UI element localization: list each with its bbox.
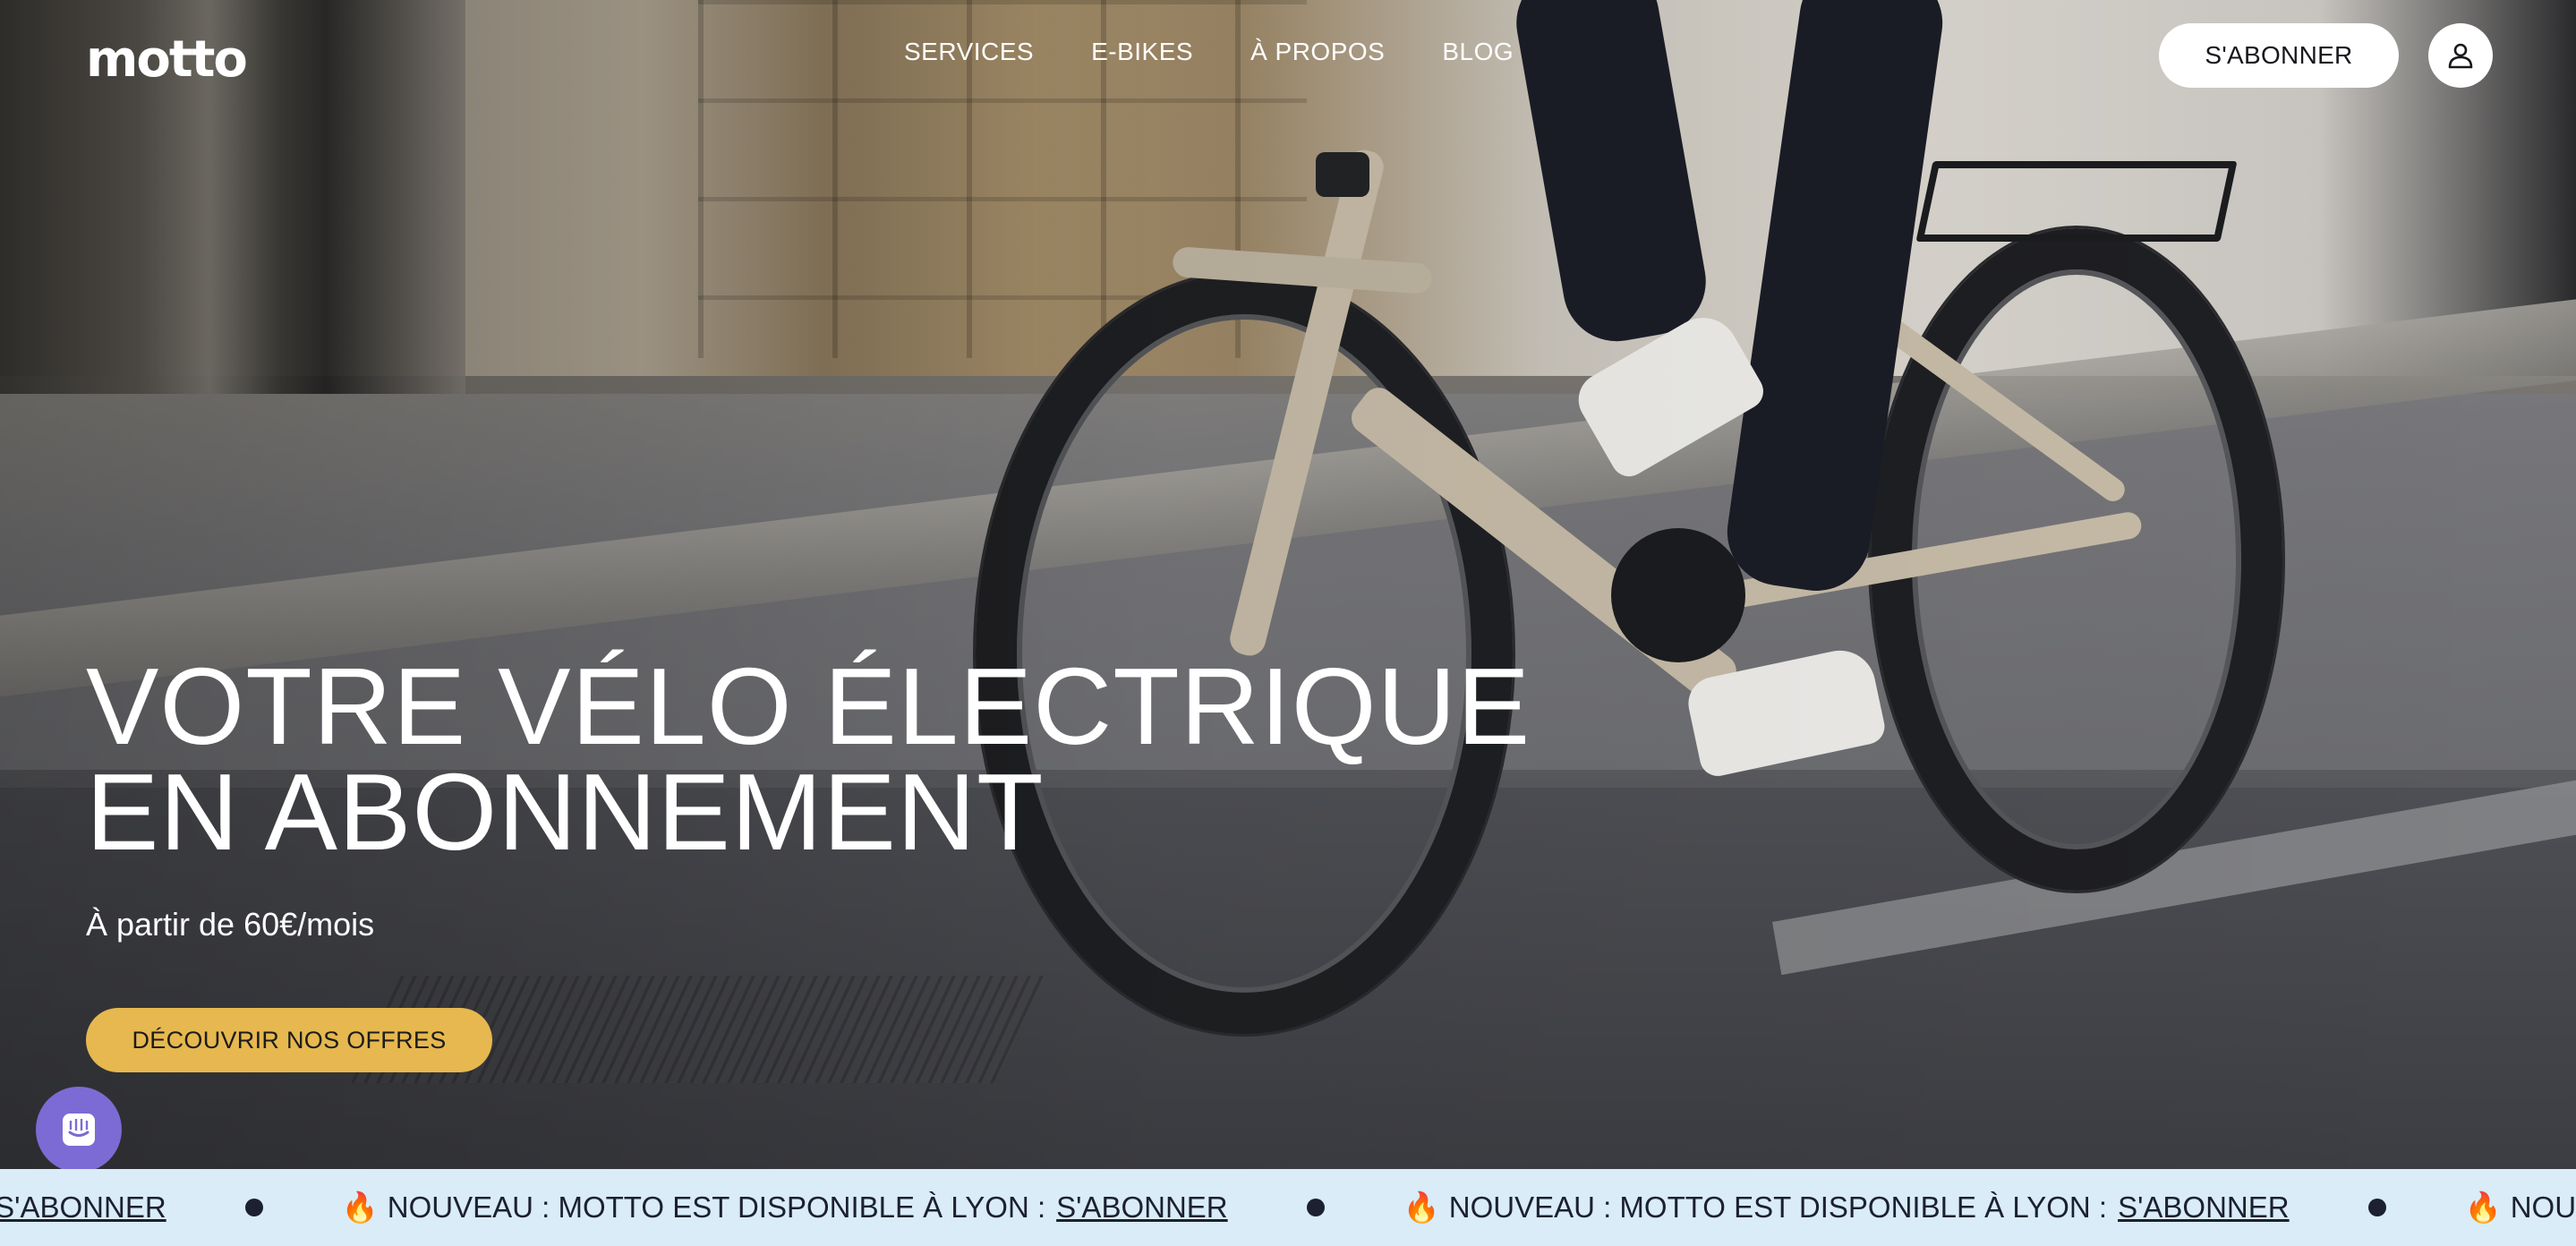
banner-separator-dot: [244, 1199, 263, 1216]
banner-item: 🔥 NOUVEAU : MOTTO EST DISPONIBLE À LYON …: [1403, 1190, 2290, 1225]
chat-icon: [63, 1114, 95, 1146]
discover-offers-button[interactable]: DÉCOUVRIR NOS OFFRES: [86, 1008, 492, 1072]
announcement-banner: N : S'ABONNER 🔥 NOUVEAU : MOTTO EST DISP…: [0, 1169, 2576, 1246]
banner-subscribe-link[interactable]: S'ABONNER: [2118, 1191, 2290, 1225]
hero-title: VOTRE VÉLO ÉLECTRIQUE EN ABONNEMENT: [86, 645, 1697, 873]
nav-item-a-propos[interactable]: À PROPOS: [1250, 38, 1385, 66]
hero-title-line-2: EN ABONNEMENT: [86, 751, 1045, 873]
logo[interactable]: motto: [86, 30, 248, 89]
banner-separator-dot: [2367, 1199, 2386, 1216]
fire-icon: 🔥: [341, 1190, 379, 1225]
banner-separator-dot: [1306, 1199, 1325, 1216]
banner-text: NOUVEAU : MOTTO EST DISPONIBLE À LYON :: [1448, 1191, 2108, 1224]
user-icon: [2448, 43, 2473, 69]
nav-item-blog[interactable]: BLOG: [1442, 38, 1514, 66]
hero-overlay: [0, 0, 2576, 1169]
banner-text: NOUVEAU : MOTTO EST DISPONIBLE À LYON :: [387, 1191, 1046, 1224]
banner-track: N : S'ABONNER 🔥 NOUVEAU : MOTTO EST DISP…: [0, 1169, 2576, 1246]
fire-icon: 🔥: [2464, 1190, 2502, 1225]
account-button[interactable]: [2428, 23, 2493, 88]
fire-icon: 🔥: [1403, 1190, 1440, 1225]
subscribe-button[interactable]: S'ABONNER: [2159, 23, 2399, 88]
hero-background: [0, 0, 2576, 1169]
nav-item-services[interactable]: SERVICES: [904, 38, 1034, 66]
hero-subtitle: À partir de 60€/mois: [86, 906, 375, 943]
banner-item: 🔥 NOUVE: [2465, 1190, 2576, 1225]
hero-title-line-1: VOTRE VÉLO ÉLECTRIQUE: [86, 645, 1531, 767]
banner-item: N : S'ABONNER: [0, 1191, 166, 1225]
main-nav: SERVICES E-BIKES À PROPOS BLOG: [904, 38, 1514, 66]
nav-item-e-bikes[interactable]: E-BIKES: [1091, 38, 1193, 66]
banner-subscribe-link[interactable]: S'ABONNER: [0, 1191, 166, 1225]
banner-subscribe-link[interactable]: S'ABONNER: [1056, 1191, 1228, 1225]
banner-fragment-end: NOUVE: [2510, 1191, 2576, 1224]
banner-item: 🔥 NOUVEAU : MOTTO EST DISPONIBLE À LYON …: [342, 1190, 1228, 1225]
chat-launcher-button[interactable]: [36, 1087, 122, 1173]
